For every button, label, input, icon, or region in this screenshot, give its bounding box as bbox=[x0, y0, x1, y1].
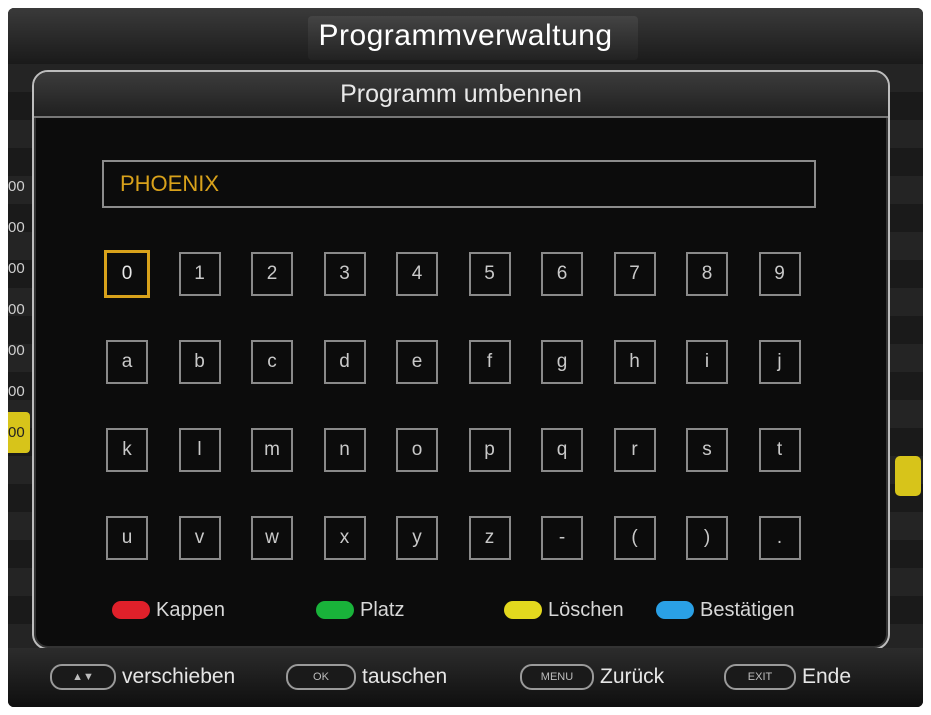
key-0-8[interactable]: 8 bbox=[686, 252, 728, 296]
key-2-9[interactable]: t bbox=[758, 428, 801, 472]
footer-swap[interactable]: OK tauschen bbox=[286, 662, 447, 692]
key-1-4[interactable]: e bbox=[396, 340, 438, 384]
footer-exit[interactable]: EXIT Ende bbox=[724, 662, 851, 692]
name-input[interactable]: PHOENIX bbox=[102, 160, 816, 208]
footer-label: Ende bbox=[802, 665, 852, 688]
menu-key-icon: MENU bbox=[520, 664, 594, 690]
lock-icon bbox=[895, 456, 921, 496]
key-2-3[interactable]: n bbox=[323, 428, 366, 472]
key-2-5[interactable]: p bbox=[468, 428, 511, 472]
footer-move[interactable]: ▲▼ verschieben bbox=[50, 662, 235, 692]
key-3-3[interactable]: x bbox=[323, 516, 366, 560]
key-2-8[interactable]: s bbox=[686, 428, 728, 472]
key-1-3[interactable]: d bbox=[323, 340, 366, 384]
key-0-9[interactable]: 9 bbox=[758, 252, 801, 296]
key-3-2[interactable]: w bbox=[251, 516, 293, 560]
key-0-1[interactable]: 1 bbox=[178, 252, 221, 296]
legend-label: Bestätigen bbox=[700, 598, 795, 621]
footer-back[interactable]: MENU Zurück bbox=[520, 662, 664, 692]
key-1-0[interactable]: a bbox=[106, 340, 148, 384]
key-3-9[interactable]: . bbox=[758, 516, 801, 560]
rename-dialog: Programm umbennen PHOENIX 0123456789 abcd… bbox=[32, 70, 890, 650]
footer-label: verschieben bbox=[122, 665, 236, 688]
key-1-2[interactable]: c bbox=[251, 340, 293, 384]
key-1-6[interactable]: g bbox=[541, 340, 583, 384]
list-value-highlighted: 00 bbox=[8, 412, 30, 453]
legend-delete[interactable]: Löschen bbox=[504, 594, 624, 626]
page-title-bar: Programmverwaltung bbox=[8, 8, 923, 64]
key-2-2[interactable]: m bbox=[251, 428, 293, 472]
key-2-6[interactable]: q bbox=[541, 428, 583, 472]
footer-label: Zurück bbox=[600, 665, 665, 688]
list-value: 00 bbox=[8, 219, 25, 236]
up-down-key-icon: ▲▼ bbox=[50, 664, 116, 690]
list-value: 00 bbox=[8, 383, 25, 400]
key-0-6[interactable]: 6 bbox=[541, 252, 583, 296]
footer-label: tauschen bbox=[362, 665, 448, 688]
legend-label: Platz bbox=[360, 598, 405, 621]
key-0-2[interactable]: 2 bbox=[251, 252, 293, 296]
blue-button-icon bbox=[656, 601, 694, 619]
key-3-6[interactable]: - bbox=[541, 516, 583, 560]
key-3-8[interactable]: ) bbox=[686, 516, 728, 560]
legend-space[interactable]: Platz bbox=[316, 594, 404, 626]
dialog-title: Programm umbennen bbox=[34, 72, 888, 118]
legend-label: Kappen bbox=[156, 598, 225, 621]
page-title: Programmverwaltung bbox=[318, 19, 613, 52]
list-value: 00 bbox=[8, 260, 25, 277]
key-1-7[interactable]: h bbox=[613, 340, 656, 384]
key-2-0[interactable]: k bbox=[106, 428, 148, 472]
footer-bar: ▲▼ verschieben OK tauschen MENU Zurück E… bbox=[8, 648, 923, 707]
green-button-icon bbox=[316, 601, 354, 619]
list-value: 00 bbox=[8, 178, 25, 195]
key-0-5[interactable]: 5 bbox=[468, 252, 511, 296]
key-3-0[interactable]: u bbox=[106, 516, 148, 560]
key-0-4[interactable]: 4 bbox=[396, 252, 438, 296]
key-3-4[interactable]: y bbox=[396, 516, 438, 560]
yellow-button-icon bbox=[504, 601, 542, 619]
list-value: 00 bbox=[8, 342, 25, 359]
key-0-7[interactable]: 7 bbox=[613, 252, 656, 296]
list-value: 00 bbox=[8, 301, 25, 318]
exit-key-icon: EXIT bbox=[724, 664, 796, 690]
key-3-7[interactable]: ( bbox=[613, 516, 656, 560]
key-2-4[interactable]: o bbox=[396, 428, 438, 472]
legend-confirm[interactable]: Bestätigen bbox=[656, 594, 795, 626]
legend-label: Löschen bbox=[548, 598, 624, 621]
key-2-7[interactable]: r bbox=[613, 428, 656, 472]
key-1-1[interactable]: b bbox=[178, 340, 221, 384]
key-0-3[interactable]: 3 bbox=[323, 252, 366, 296]
legend-caps[interactable]: Kappen bbox=[112, 594, 225, 626]
key-3-1[interactable]: v bbox=[178, 516, 221, 560]
key-0-0[interactable]: 0 bbox=[104, 250, 150, 298]
background-list-values: 00 00 00 00 00 00 00 bbox=[8, 166, 30, 453]
red-button-icon bbox=[112, 601, 150, 619]
ok-key-icon: OK bbox=[286, 664, 356, 690]
key-2-1[interactable]: l bbox=[178, 428, 221, 472]
tv-screen: Programmverwaltung 00 00 00 00 00 00 00 … bbox=[8, 8, 923, 707]
key-1-5[interactable]: f bbox=[468, 340, 511, 384]
key-1-9[interactable]: j bbox=[758, 340, 801, 384]
key-1-8[interactable]: i bbox=[686, 340, 728, 384]
key-3-5[interactable]: z bbox=[468, 516, 511, 560]
